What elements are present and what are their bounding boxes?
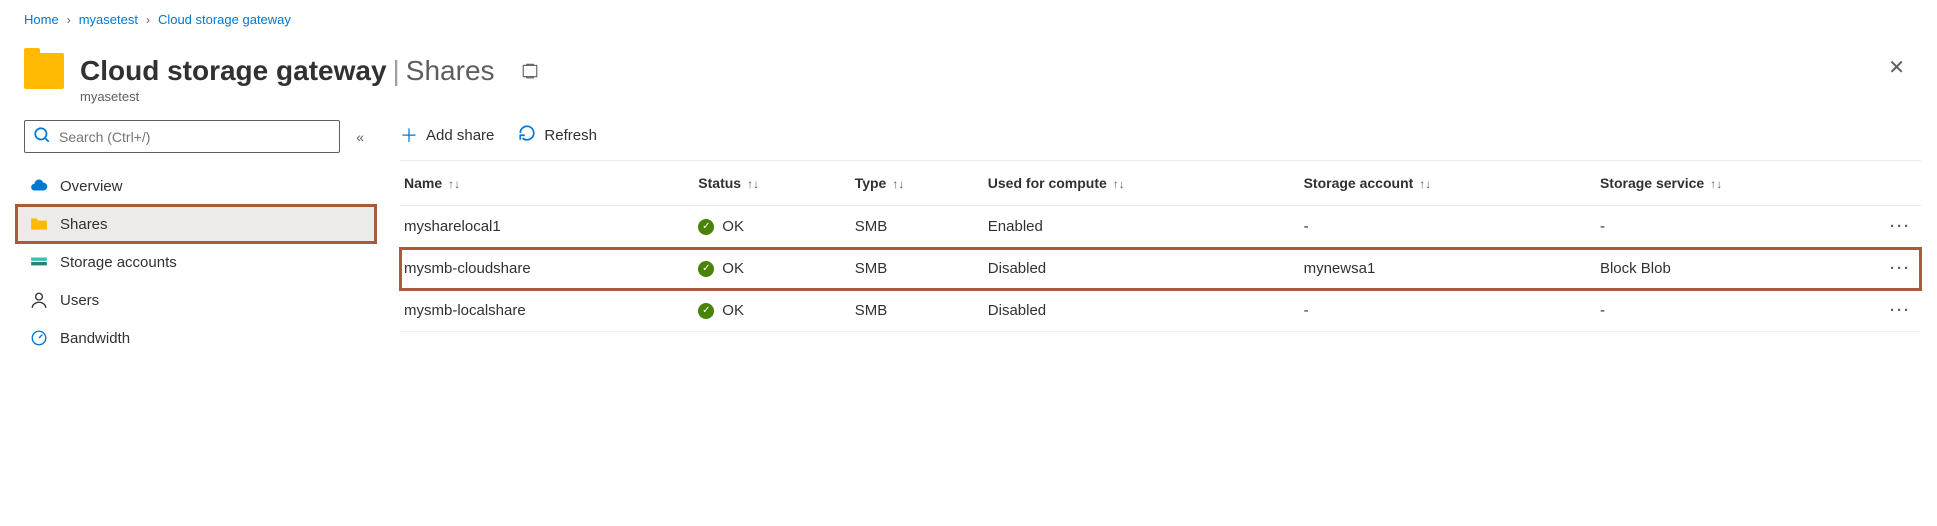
refresh-button[interactable]: Refresh [518,124,597,147]
refresh-label: Refresh [544,127,597,144]
column-actions [1881,161,1921,206]
user-icon [30,291,48,309]
folder-icon [24,53,64,89]
sort-icon[interactable]: ↑↓ [747,177,759,191]
gauge-icon [30,329,48,347]
sidebar-item-label: Storage accounts [60,254,177,271]
column-header[interactable]: Name ↑↓ [400,161,694,206]
sidebar-item-overview[interactable]: Overview [16,167,376,205]
sidebar-item-bandwidth[interactable]: Bandwidth [16,319,376,357]
cell-compute: Disabled [984,290,1300,332]
folder-icon [30,215,48,233]
table-row[interactable]: mysharelocal1✓OKSMBEnabled--··· [400,206,1921,248]
sidebar: « Overview Shares Storage accounts Users Ban… [16,120,376,357]
status-ok-icon: ✓ [698,219,714,235]
column-header[interactable]: Type ↑↓ [851,161,984,206]
sidebar-item-label: Shares [60,216,108,233]
page-header: Cloud storage gateway | Shares myasetest… [0,39,1937,104]
add-share-button[interactable]: ＋ Add share [400,122,494,148]
column-label: Type [855,175,887,191]
cell-type: SMB [851,248,984,290]
cell-account: - [1300,206,1596,248]
cell-status: ✓OK [694,248,850,290]
cell-type: SMB [851,290,984,332]
row-actions-button[interactable]: ··· [1881,290,1921,332]
cell-service: Block Blob [1596,248,1881,290]
column-header[interactable]: Used for compute ↑↓ [984,161,1300,206]
cell-status: ✓OK [694,290,850,332]
cell-status: ✓OK [694,206,850,248]
search-icon [33,126,51,147]
sidebar-item-label: Bandwidth [60,330,130,347]
sort-icon[interactable]: ↑↓ [1113,177,1125,191]
cell-service: - [1596,206,1881,248]
column-label: Used for compute [988,175,1107,191]
status-ok-icon: ✓ [698,261,714,277]
sidebar-item-label: Users [60,292,99,309]
column-header[interactable]: Storage service ↑↓ [1596,161,1881,206]
row-actions-button[interactable]: ··· [1881,248,1921,290]
title-section: Shares [406,55,495,87]
table-row[interactable]: mysmb-localshare✓OKSMBDisabled--··· [400,290,1921,332]
sidebar-item-label: Overview [60,178,123,195]
shares-table: Name↑↓Status↑↓Type↑↓Used for compute↑↓St… [400,161,1921,332]
title-divider: | [393,55,400,87]
column-label: Storage service [1600,175,1704,191]
close-icon[interactable]: ✕ [1880,51,1913,84]
breadcrumb-link-home[interactable]: Home [24,12,59,27]
search-field[interactable] [59,129,331,145]
column-label: Storage account [1304,175,1414,191]
refresh-icon [518,124,536,147]
cell-service: - [1596,290,1881,332]
cloud-icon [30,177,48,195]
storage-icon [30,253,48,271]
table-row[interactable]: mysmb-cloudshare✓OKSMBDisabledmynewsa1Bl… [400,248,1921,290]
sidebar-item-storage-accounts[interactable]: Storage accounts [16,243,376,281]
search-input[interactable] [24,120,340,153]
sort-icon[interactable]: ↑↓ [448,177,460,191]
cell-compute: Disabled [984,248,1300,290]
page-subtitle: myasetest [80,89,1880,104]
pin-icon[interactable] [521,55,539,87]
page-title: Cloud storage gateway | Shares [80,47,1880,87]
column-label: Name [404,175,442,191]
sidebar-item-users[interactable]: Users [16,281,376,319]
sort-icon[interactable]: ↑↓ [1419,177,1431,191]
chevron-right-icon: › [146,13,150,27]
cell-name: mysharelocal1 [400,206,694,248]
sidebar-item-shares[interactable]: Shares [16,205,376,243]
collapse-icon[interactable]: « [352,125,368,149]
cell-name: mysmb-cloudshare [400,248,694,290]
breadcrumb: Home › myasetest › Cloud storage gateway [0,0,1937,39]
status-ok-icon: ✓ [698,303,714,319]
column-header[interactable]: Status ↑↓ [694,161,850,206]
cell-account: mynewsa1 [1300,248,1596,290]
cell-compute: Enabled [984,206,1300,248]
main-content: ＋ Add share Refresh Name ↑↓ Status ↑↓ Type ↑↓… [376,120,1937,357]
column-header[interactable]: Storage account ↑↓ [1300,161,1596,206]
cell-type: SMB [851,206,984,248]
cell-account: - [1300,290,1596,332]
column-label: Status [698,175,741,191]
chevron-right-icon: › [67,13,71,27]
sort-icon[interactable]: ↑↓ [892,177,904,191]
row-actions-button[interactable]: ··· [1881,206,1921,248]
plus-icon: ＋ [400,122,418,148]
breadcrumb-link-section[interactable]: Cloud storage gateway [158,12,291,27]
toolbar: ＋ Add share Refresh [400,120,1921,161]
title-main: Cloud storage gateway [80,55,387,87]
sort-icon[interactable]: ↑↓ [1710,177,1722,191]
add-label: Add share [426,127,494,144]
breadcrumb-link-resource[interactable]: myasetest [79,12,138,27]
cell-name: mysmb-localshare [400,290,694,332]
